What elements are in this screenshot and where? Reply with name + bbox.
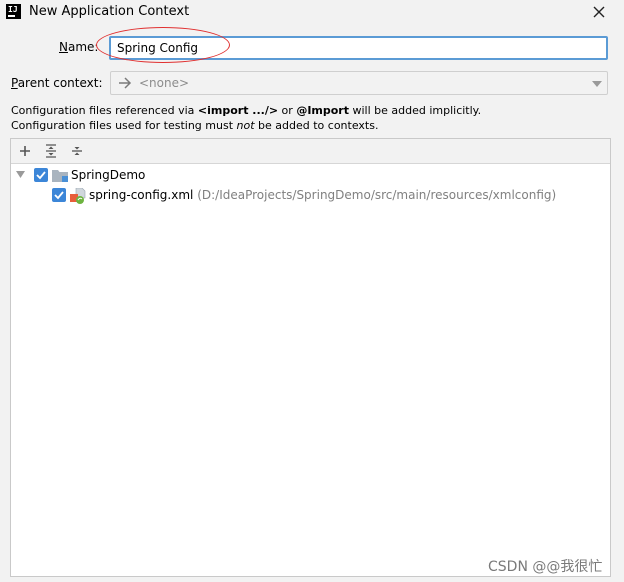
add-button[interactable] (16, 142, 34, 160)
file-label: spring-config.xml (89, 188, 194, 202)
file-path: (D:/IdeaProjects/SpringDemo/src/main/res… (197, 188, 557, 202)
expand-all-button[interactable] (42, 142, 60, 160)
file-checkbox[interactable] (52, 188, 66, 202)
checkmark-icon (54, 191, 64, 200)
parent-context-value: <none> (139, 76, 190, 90)
tree-row-file[interactable]: spring-config.xml (D:/IdeaProjects/Sprin… (11, 185, 610, 205)
title-bar: IJ New Application Context (0, 0, 624, 24)
chevron-down-icon (592, 81, 602, 87)
info-line-2: Configuration files used for testing mus… (11, 119, 379, 132)
name-input[interactable] (109, 36, 608, 60)
expand-triangle-icon[interactable] (16, 171, 25, 178)
collapse-all-button[interactable] (68, 142, 86, 160)
spring-xml-file-icon (70, 188, 86, 204)
parent-context-select[interactable]: <none> (110, 71, 608, 95)
module-label: SpringDemo (71, 168, 146, 182)
add-icon (20, 146, 30, 156)
expand-all-icon (46, 144, 56, 158)
collapse-all-icon (72, 147, 82, 155)
close-button[interactable] (586, 0, 612, 24)
module-folder-icon (52, 170, 68, 182)
name-label: Name: (59, 40, 99, 54)
checkmark-icon (36, 171, 46, 180)
watermark: CSDN @@我很忙 (488, 559, 603, 575)
tree-toolbar (11, 139, 610, 164)
tree-row-module[interactable]: SpringDemo (11, 165, 610, 185)
module-checkbox[interactable] (34, 168, 48, 182)
arrow-right-icon (119, 77, 132, 89)
info-line-1: Configuration files referenced via <impo… (11, 104, 482, 117)
config-files-tree-panel: SpringDemo spring-config.xml (D:/IdeaPro… (10, 138, 611, 577)
intellij-idea-icon: IJ (6, 4, 21, 19)
close-icon (593, 6, 605, 18)
parent-context-label: Parent context: (11, 76, 103, 90)
window-title: New Application Context (29, 4, 190, 19)
